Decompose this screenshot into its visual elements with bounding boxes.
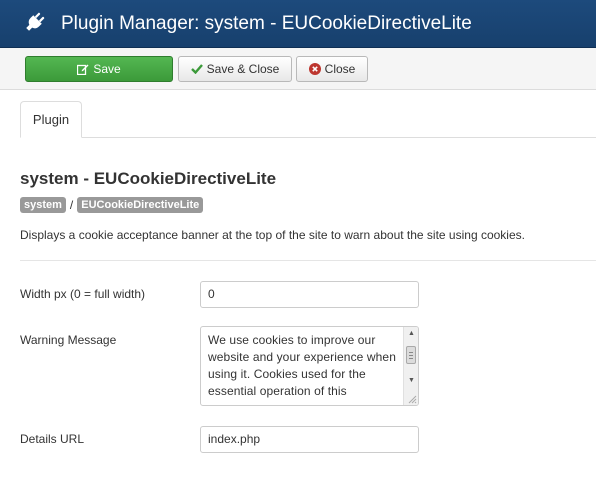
save-and-close-label: Save & Close <box>206 62 280 76</box>
save-button-label: Save <box>93 62 121 76</box>
tab-bar: Plugin <box>20 101 596 138</box>
scroll-down-icon[interactable]: ▼ <box>408 377 415 385</box>
divider <box>20 260 596 261</box>
close-circle-icon <box>308 62 321 75</box>
element-badge: EUCookieDirectiveLite <box>77 197 204 213</box>
plugin-badges: system / EUCookieDirectiveLite <box>20 197 204 214</box>
tab-plugin[interactable]: Plugin <box>20 101 82 138</box>
close-button[interactable]: Close <box>296 56 368 82</box>
checkmark-icon <box>190 64 203 75</box>
close-button-label: Close <box>324 62 356 76</box>
save-and-close-button[interactable]: Save & Close <box>178 56 292 82</box>
warning-message-textarea[interactable]: We use cookies to improve our website an… <box>200 326 419 406</box>
scroll-up-icon[interactable]: ▲ <box>408 330 415 338</box>
plugin-title: system - EUCookieDirectiveLite <box>20 169 277 188</box>
page-title: Plugin Manager: system - EUCookieDirecti… <box>61 13 472 34</box>
edit-icon <box>77 64 89 75</box>
warning-message-label: Warning Message <box>20 333 117 347</box>
plug-icon <box>26 12 45 31</box>
plugin-description: Displays a cookie acceptance banner at t… <box>20 228 525 242</box>
toolbar: Save Save & Close Close <box>0 48 596 90</box>
resize-grip-icon[interactable] <box>407 394 417 404</box>
scroll-thumb[interactable] <box>406 346 416 364</box>
badge-separator: / <box>69 198 74 212</box>
width-input[interactable]: 0 <box>200 281 419 308</box>
width-label: Width px (0 = full width) <box>20 287 146 301</box>
warning-message-text: We use cookies to improve our website an… <box>208 333 396 398</box>
details-url-input[interactable]: index.php <box>200 426 419 453</box>
page-header: Plugin Manager: system - EUCookieDirecti… <box>0 0 596 48</box>
folder-badge: system <box>20 197 66 213</box>
save-button[interactable]: Save <box>25 56 173 82</box>
details-url-label: Details URL <box>20 432 85 446</box>
